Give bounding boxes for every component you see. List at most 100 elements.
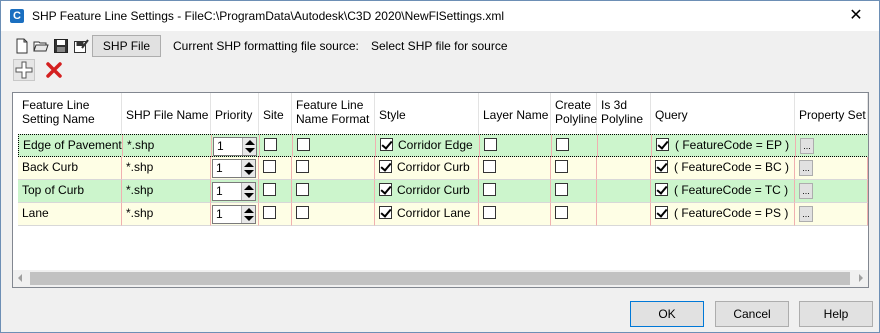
save-icon[interactable] — [53, 38, 69, 54]
save-as-icon[interactable] — [73, 38, 89, 54]
layer-checkbox[interactable] — [483, 183, 496, 197]
property-set-cell: ... — [795, 180, 868, 203]
layer-checkbox[interactable] — [483, 206, 496, 220]
shp-file-button[interactable]: SHP File — [92, 35, 161, 57]
setting-name-cell[interactable]: Edge of Pavement — [19, 135, 123, 158]
header-name-format[interactable]: Feature Line Name Format — [292, 93, 375, 134]
shp-file-name-cell[interactable]: *.shp — [123, 135, 212, 158]
spin-buttons[interactable] — [241, 183, 255, 200]
setting-name-cell[interactable]: Back Curb — [18, 157, 122, 180]
source-value: Select SHP file for source — [371, 39, 508, 53]
scroll-left-icon[interactable] — [18, 274, 22, 282]
style-checkbox[interactable] — [379, 206, 392, 220]
priority-stepper[interactable]: 1 — [212, 182, 256, 201]
spin-buttons[interactable] — [241, 160, 255, 177]
style-checkbox[interactable] — [379, 160, 392, 174]
query-label: ( FeatureCode = TC ) — [674, 183, 789, 197]
name-format-checkbox[interactable] — [296, 206, 309, 220]
open-folder-icon[interactable] — [33, 38, 49, 54]
header-layer-name[interactable]: Layer Name — [479, 93, 551, 134]
site-checkbox[interactable] — [263, 183, 276, 197]
spin-up-icon[interactable] — [244, 208, 254, 213]
create-polyline-checkbox[interactable] — [555, 160, 568, 174]
spin-up-icon[interactable] — [244, 162, 254, 167]
site-checkbox[interactable] — [263, 206, 276, 220]
header-shp-file-name[interactable]: SHP File Name — [122, 93, 211, 134]
spin-down-icon[interactable] — [244, 170, 254, 175]
spin-up-icon[interactable] — [244, 185, 254, 190]
horizontal-scrollbar[interactable] — [13, 270, 868, 287]
style-cell: Corridor Curb — [375, 180, 479, 203]
style-checkbox[interactable] — [380, 138, 393, 152]
new-file-icon[interactable] — [14, 38, 30, 54]
table-row[interactable]: Edge of Pavement *.shp 1 Corridor Edge ( Fea… — [18, 134, 868, 158]
name-format-cell — [292, 157, 375, 180]
ok-button[interactable]: OK — [630, 301, 704, 327]
priority-value: 1 — [216, 207, 223, 221]
spin-buttons[interactable] — [241, 206, 255, 223]
scroll-thumb[interactable] — [30, 272, 850, 285]
header-line: Priority — [215, 108, 253, 122]
create-polyline-cell — [551, 203, 597, 226]
property-set-button[interactable]: ... — [799, 206, 813, 222]
site-cell — [259, 203, 292, 226]
query-checkbox[interactable] — [655, 183, 668, 197]
create-polyline-checkbox[interactable] — [555, 206, 568, 220]
table-row[interactable]: Top of Curb *.shp 1 Corridor Curb ( FeatureC… — [18, 180, 868, 203]
header-style[interactable]: Style — [375, 93, 479, 134]
header-is-3d-polyline[interactable]: Is 3d Polyline — [597, 93, 651, 134]
help-button[interactable]: Help — [799, 301, 873, 327]
scroll-right-icon[interactable] — [859, 274, 863, 282]
cancel-button[interactable]: Cancel — [715, 301, 789, 327]
priority-stepper[interactable]: 1 — [212, 159, 256, 178]
priority-stepper[interactable]: 1 — [213, 137, 257, 156]
shp-file-name-cell[interactable]: *.shp — [122, 203, 211, 226]
spin-down-icon[interactable] — [244, 216, 254, 221]
add-plus-icon[interactable] — [13, 59, 35, 81]
query-checkbox[interactable] — [656, 138, 669, 152]
style-checkbox[interactable] — [379, 183, 392, 197]
header-setting-name[interactable]: Feature Line Setting Name — [18, 93, 122, 134]
setting-name-cell[interactable]: Lane — [18, 203, 122, 226]
create-polyline-checkbox[interactable] — [556, 138, 569, 152]
header-create-polyline[interactable]: Create Polyline — [551, 93, 597, 134]
shp-file-name-cell[interactable]: *.shp — [122, 180, 211, 203]
spin-up-icon[interactable] — [245, 140, 255, 145]
layer-checkbox[interactable] — [484, 138, 497, 152]
spin-buttons[interactable] — [242, 138, 256, 155]
header-line: Name Format — [296, 112, 370, 126]
dialog-window: C SHP Feature Line Settings - FileC:\Pro… — [0, 0, 880, 333]
query-label: ( FeatureCode = EP ) — [675, 138, 790, 152]
header-query[interactable]: Query — [651, 93, 795, 134]
header-line: Polyline — [555, 112, 598, 126]
create-polyline-checkbox[interactable] — [555, 183, 568, 197]
site-checkbox[interactable] — [263, 160, 276, 174]
delete-x-icon[interactable] — [43, 59, 65, 81]
priority-stepper[interactable]: 1 — [212, 205, 256, 224]
property-set-button[interactable]: ... — [799, 183, 813, 199]
spin-down-icon[interactable] — [244, 193, 254, 198]
style-label: Corridor Curb — [397, 160, 470, 174]
site-checkbox[interactable] — [264, 138, 277, 152]
header-property-set[interactable]: Property Set — [795, 93, 868, 134]
table-row[interactable]: Back Curb *.shp 1 Corridor Curb ( FeatureCod… — [18, 157, 868, 180]
header-priority[interactable]: Priority — [211, 93, 259, 134]
query-checkbox[interactable] — [655, 206, 668, 220]
name-format-checkbox[interactable] — [296, 183, 309, 197]
setting-name-cell[interactable]: Top of Curb — [18, 180, 122, 203]
shp-file-name-cell[interactable]: *.shp — [122, 157, 211, 180]
name-format-checkbox[interactable] — [297, 138, 310, 152]
layer-checkbox[interactable] — [483, 160, 496, 174]
name-format-checkbox[interactable] — [296, 160, 309, 174]
query-checkbox[interactable] — [655, 160, 668, 174]
spin-down-icon[interactable] — [245, 148, 255, 153]
close-button[interactable]: ✕ — [833, 1, 879, 31]
property-set-button[interactable]: ... — [800, 138, 814, 154]
property-set-cell: ... — [795, 157, 868, 180]
header-line: Feature Line — [296, 98, 364, 112]
property-set-button[interactable]: ... — [799, 160, 813, 176]
header-site[interactable]: Site — [259, 93, 292, 134]
table-row[interactable]: Lane *.shp 1 Corridor Lane ( FeatureCode = P… — [18, 203, 868, 226]
query-cell: ( FeatureCode = EP ) — [652, 135, 796, 158]
name-format-cell — [292, 180, 375, 203]
